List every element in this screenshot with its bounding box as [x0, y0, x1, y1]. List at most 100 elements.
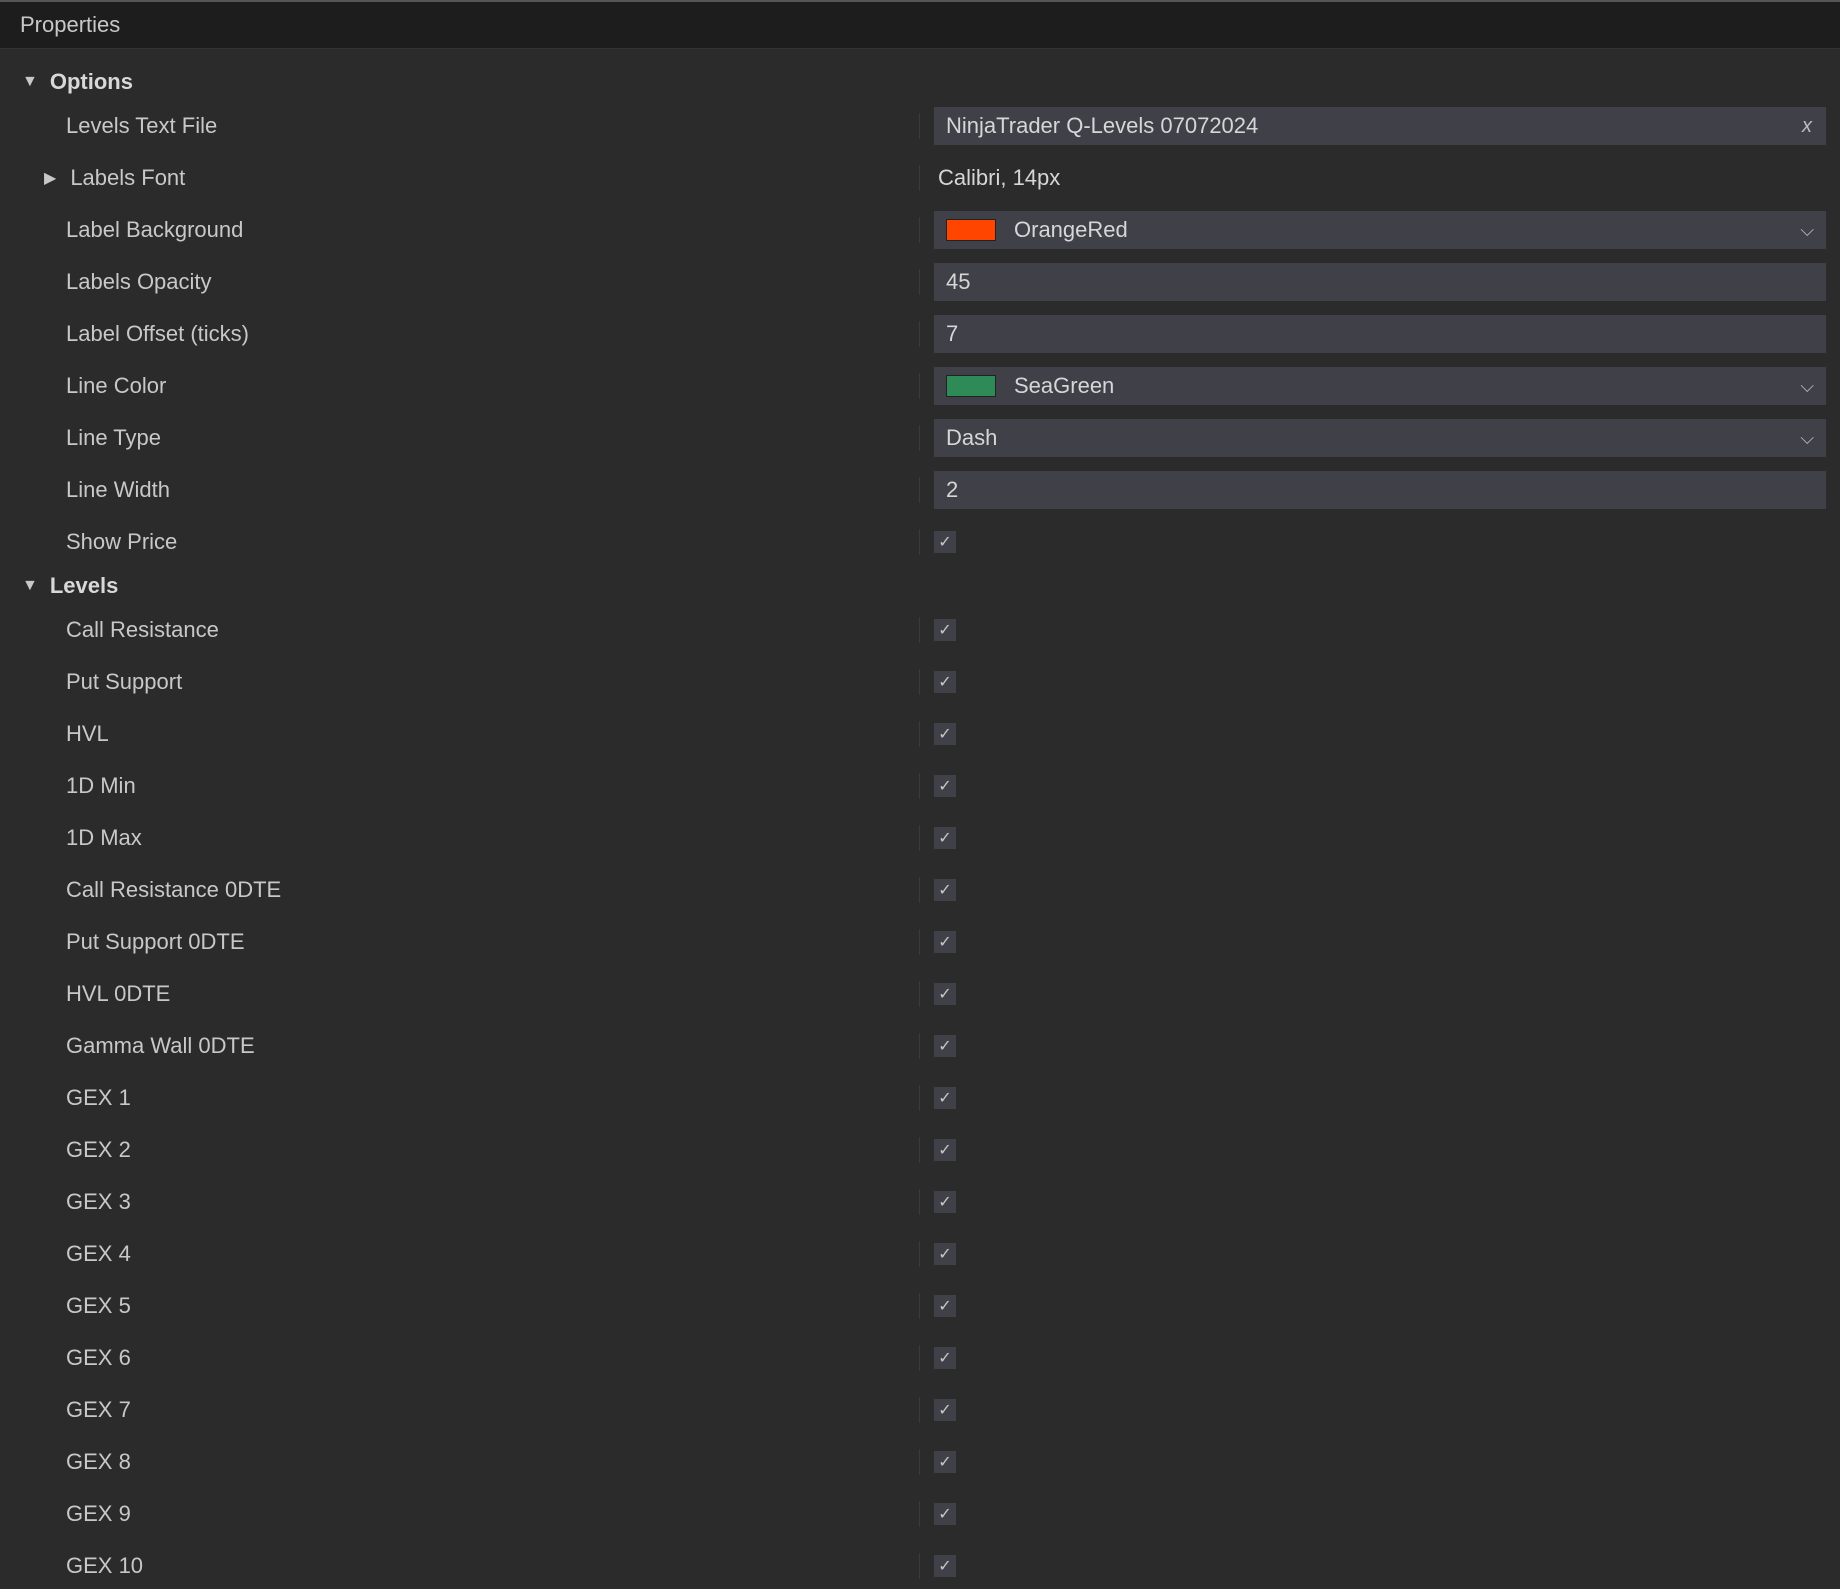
level-checkbox[interactable]: ✓: [934, 827, 956, 849]
level-checkbox[interactable]: ✓: [934, 1035, 956, 1057]
level-label: GEX 4: [0, 1241, 920, 1267]
level-value: ✓: [920, 1347, 1840, 1369]
level-row: HVL 0DTE ✓: [0, 971, 1840, 1017]
level-value: ✓: [920, 931, 1840, 953]
level-row: GEX 1✓: [0, 1075, 1840, 1121]
label-background-select[interactable]: OrangeRed ⌵: [934, 211, 1826, 249]
level-label: GEX 5: [0, 1293, 920, 1319]
level-checkbox[interactable]: ✓: [934, 1295, 956, 1317]
panel-title: Properties: [0, 2, 1840, 49]
level-row: GEX 8 ✓: [0, 1439, 1840, 1485]
chevron-down-icon: ⌵: [1800, 376, 1814, 397]
label-text: Call Resistance 0DTE: [66, 877, 281, 903]
level-value: ✓: [920, 1087, 1840, 1109]
label-line-type: Line Type: [0, 425, 920, 451]
level-value: ✓: [920, 879, 1840, 901]
label-text: Label Offset (ticks): [66, 321, 249, 347]
label-line-width: Line Width: [0, 477, 920, 503]
level-label: GEX 6: [0, 1345, 920, 1371]
row-label-offset: Label Offset (ticks) 7: [0, 311, 1840, 357]
level-checkbox[interactable]: ✓: [934, 671, 956, 693]
level-checkbox[interactable]: ✓: [934, 1087, 956, 1109]
label-text: GEX 6: [66, 1345, 131, 1371]
level-checkbox[interactable]: ✓: [934, 1451, 956, 1473]
level-checkbox[interactable]: ✓: [934, 983, 956, 1005]
value-levels-text-file: NinjaTrader Q-Levels 07072024 x: [920, 107, 1840, 145]
level-checkbox[interactable]: ✓: [934, 1243, 956, 1265]
label-text: Show Price: [66, 529, 177, 555]
level-row: GEX 4 ✓: [0, 1231, 1840, 1277]
select-value: Dash: [946, 425, 997, 451]
value-labels-opacity: 45: [920, 263, 1840, 301]
show-price-checkbox[interactable]: ✓: [934, 531, 956, 553]
level-row: Call Resistance ✓: [0, 607, 1840, 653]
level-checkbox[interactable]: ✓: [934, 1399, 956, 1421]
value-label-background: OrangeRed ⌵: [920, 211, 1840, 249]
chevron-down-icon: ▼: [22, 73, 38, 91]
section-title-levels: Levels: [50, 573, 119, 599]
label-text: HVL 0DTE: [66, 981, 170, 1007]
level-value: ✓: [920, 983, 1840, 1005]
label-text: Call Resistance: [66, 617, 219, 643]
level-row: GEX 5 ✓: [0, 1283, 1840, 1329]
labels-opacity-input[interactable]: 45: [934, 263, 1826, 301]
label-text: GEX 4: [66, 1241, 131, 1267]
level-checkbox[interactable]: ✓: [934, 1139, 956, 1161]
value-line-color: SeaGreen ⌵: [920, 367, 1840, 405]
chevron-down-icon: ⌵: [1800, 428, 1814, 449]
level-checkbox[interactable]: ✓: [934, 1347, 956, 1369]
row-line-color: Line Color SeaGreen ⌵: [0, 363, 1840, 409]
level-value: ✓: [920, 671, 1840, 693]
section-header-levels[interactable]: ▼ Levels: [0, 565, 1840, 607]
row-show-price: Show Price ✓: [0, 519, 1840, 565]
level-checkbox[interactable]: ✓: [934, 931, 956, 953]
levels-text-file-input[interactable]: NinjaTrader Q-Levels 07072024 x: [934, 107, 1826, 145]
label-text: Labels Font: [70, 165, 185, 191]
label-labels-font[interactable]: ▶ Labels Font: [0, 165, 920, 191]
level-checkbox[interactable]: ✓: [934, 723, 956, 745]
input-value: 7: [946, 321, 958, 347]
label-text: HVL: [66, 721, 109, 747]
label-text: Line Type: [66, 425, 161, 451]
level-checkbox[interactable]: ✓: [934, 1503, 956, 1525]
line-width-input[interactable]: 2: [934, 471, 1826, 509]
level-checkbox[interactable]: ✓: [934, 1555, 956, 1577]
level-checkbox[interactable]: ✓: [934, 879, 956, 901]
level-label: GEX 7: [0, 1397, 920, 1423]
section-title-options: Options: [50, 69, 133, 95]
label-show-price: Show Price: [0, 529, 920, 555]
level-row: Call Resistance 0DTE ✓: [0, 867, 1840, 913]
section-header-options[interactable]: ▼ Options: [0, 61, 1840, 103]
level-row: GEX 6 ✓: [0, 1335, 1840, 1381]
line-color-select[interactable]: SeaGreen ⌵: [934, 367, 1826, 405]
level-checkbox[interactable]: ✓: [934, 619, 956, 641]
level-label: GEX 3: [0, 1189, 920, 1215]
level-value: ✓: [920, 1139, 1840, 1161]
level-row: Put Support 0DTE✓: [0, 919, 1840, 965]
level-row: GEX 10 ✓: [0, 1543, 1840, 1589]
level-label: GEX 2: [0, 1137, 920, 1163]
levels-list: Call Resistance✓Put Support✓HVL✓1D Min✓1…: [0, 607, 1840, 1589]
label-offset-input[interactable]: 7: [934, 315, 1826, 353]
label-text: GEX 10: [66, 1553, 143, 1579]
label-text: GEX 8: [66, 1449, 131, 1475]
level-row: GEX 7 ✓: [0, 1387, 1840, 1433]
labels-font-value: Calibri, 14px: [934, 165, 1060, 191]
level-checkbox[interactable]: ✓: [934, 775, 956, 797]
line-type-select[interactable]: Dash ⌵: [934, 419, 1826, 457]
level-row: 1D Min✓: [0, 763, 1840, 809]
clear-icon[interactable]: x: [1802, 115, 1812, 138]
level-row: GEX 9 ✓: [0, 1491, 1840, 1537]
level-row: GEX 2 ✓: [0, 1127, 1840, 1173]
row-labels-opacity: Labels Opacity 45: [0, 259, 1840, 305]
level-value: ✓: [920, 1399, 1840, 1421]
level-checkbox[interactable]: ✓: [934, 1191, 956, 1213]
input-value: 2: [946, 477, 958, 503]
level-value: ✓: [920, 723, 1840, 745]
label-label-background: Label Background: [0, 217, 920, 243]
chevron-right-icon: ▶: [44, 168, 56, 188]
label-text: Line Color: [66, 373, 166, 399]
label-text: GEX 9: [66, 1501, 131, 1527]
level-value: ✓: [920, 827, 1840, 849]
level-label: 1D Max: [0, 825, 920, 851]
